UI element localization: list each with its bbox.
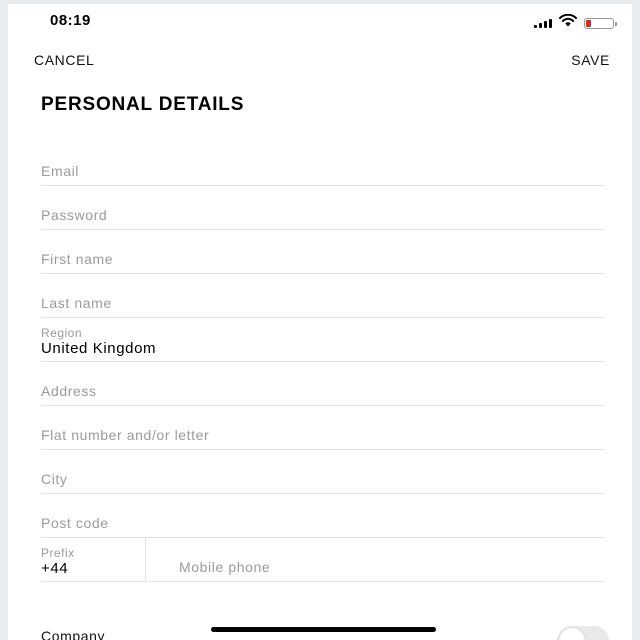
- page-title: PERSONAL DETAILS: [41, 94, 245, 115]
- post-code-row: [41, 494, 605, 538]
- battery-level: [586, 19, 591, 27]
- email-field[interactable]: [41, 163, 605, 179]
- prefix-selector[interactable]: Prefix +44: [41, 538, 146, 581]
- city-field[interactable]: [41, 471, 605, 487]
- status-time: 08:19: [50, 12, 91, 29]
- battery-icon: [584, 17, 617, 29]
- last-name-row: [41, 274, 605, 318]
- prefix-value: +44: [41, 560, 69, 577]
- city-row: [41, 450, 605, 494]
- email-row: [41, 142, 605, 186]
- flat-row: [41, 406, 605, 450]
- screen: 08:19 CANCEL SAVE PERSONAL DETAILS Email…: [8, 4, 632, 640]
- address-row: [41, 362, 605, 406]
- address-field[interactable]: [41, 383, 605, 399]
- mobile-phone-field[interactable]: [179, 559, 605, 575]
- region-field[interactable]: Region United Kingdom: [41, 318, 605, 362]
- save-button[interactable]: SAVE: [571, 52, 610, 68]
- password-field[interactable]: [41, 207, 605, 223]
- last-name-field[interactable]: [41, 295, 605, 311]
- password-row: [41, 186, 605, 230]
- region-value: United Kingdom: [41, 340, 157, 357]
- first-name-row: [41, 230, 605, 274]
- status-icons: [534, 13, 617, 32]
- personal-details-form: Region United Kingdom Prefix +44: [41, 142, 605, 582]
- company-label: Company: [41, 628, 106, 640]
- prefix-label: Prefix: [41, 546, 75, 560]
- signal-icon: [534, 18, 552, 28]
- region-label: Region: [41, 326, 83, 340]
- status-bar: 08:19: [8, 4, 632, 36]
- first-name-field[interactable]: [41, 251, 605, 267]
- wifi-icon: [558, 13, 578, 32]
- home-indicator[interactable]: [211, 627, 436, 632]
- phone-row: Prefix +44: [41, 538, 605, 582]
- post-code-field[interactable]: [41, 515, 605, 531]
- company-toggle[interactable]: [557, 626, 609, 640]
- cancel-button[interactable]: CANCEL: [34, 52, 94, 68]
- flat-number-field[interactable]: [41, 427, 605, 443]
